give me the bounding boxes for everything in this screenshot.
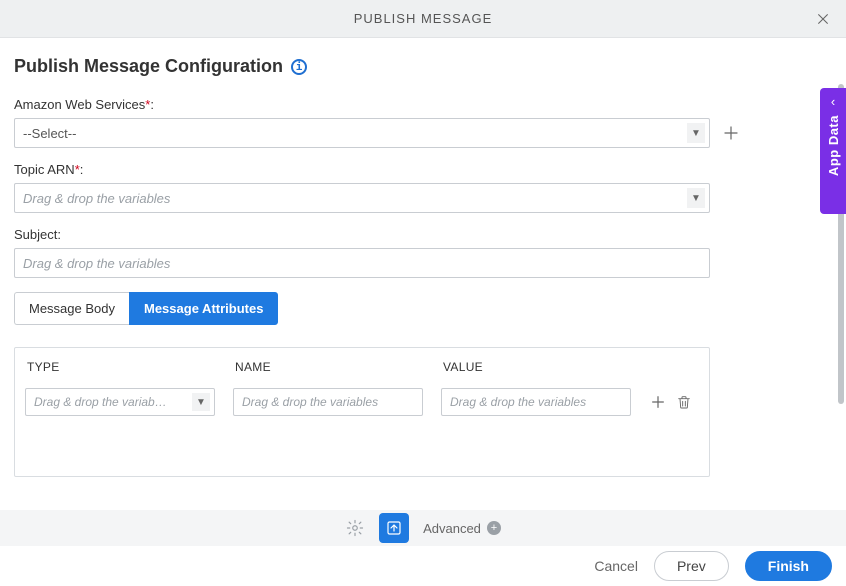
attributes-header-row: TYPE NAME VALUE [25, 360, 699, 374]
footer: Cancel Prev Finish [0, 546, 846, 586]
attributes-panel: TYPE NAME VALUE Drag & drop the variab… … [14, 347, 710, 477]
subject-input[interactable]: Drag & drop the variables [14, 248, 710, 278]
topic-arn-placeholder: Drag & drop the variables [23, 191, 170, 206]
aws-select-value: --Select-- [23, 126, 76, 141]
page-title: Publish Message Configuration i [14, 56, 832, 77]
bottom-toolbar: Advanced + [0, 510, 846, 546]
plus-circle-icon: + [487, 521, 501, 535]
page-title-text: Publish Message Configuration [14, 56, 283, 77]
attr-type-placeholder: Drag & drop the variab… [34, 395, 167, 409]
app-data-panel-toggle[interactable]: ‹ App Data [820, 88, 846, 214]
chevron-down-icon: ▼ [192, 393, 210, 411]
col-name-header: NAME [235, 360, 425, 374]
aws-label-text: Amazon Web Services [14, 97, 145, 112]
advanced-label: Advanced [423, 521, 481, 536]
attr-name-placeholder: Drag & drop the variables [242, 395, 378, 409]
aws-label: Amazon Web Services*: [14, 97, 832, 112]
attribute-row: Drag & drop the variab… ▼ Drag & drop th… [25, 388, 699, 416]
chevron-down-icon: ▼ [687, 188, 705, 208]
advanced-toggle[interactable]: Advanced + [423, 521, 501, 536]
message-tabs: Message Body Message Attributes [14, 292, 832, 325]
subject-placeholder: Drag & drop the variables [23, 256, 170, 271]
add-row-icon[interactable] [649, 393, 667, 411]
required-marker: * [75, 162, 80, 177]
close-icon[interactable] [808, 0, 838, 38]
aws-select[interactable]: --Select-- ▼ [14, 118, 710, 148]
app-data-label: App Data [826, 115, 841, 176]
field-aws: Amazon Web Services*: --Select-- ▼ [14, 97, 832, 148]
tab-message-body[interactable]: Message Body [14, 292, 129, 325]
body: Publish Message Configuration i Amazon W… [0, 38, 846, 510]
add-aws-button[interactable] [720, 122, 742, 144]
col-value-header: VALUE [443, 360, 633, 374]
required-marker: * [145, 97, 150, 112]
topic-arn-label: Topic ARN*: [14, 162, 832, 177]
attr-name-input[interactable]: Drag & drop the variables [233, 388, 423, 416]
attr-value-input[interactable]: Drag & drop the variables [441, 388, 631, 416]
topic-arn-label-text: Topic ARN [14, 162, 75, 177]
cancel-button[interactable]: Cancel [594, 558, 638, 574]
finish-button[interactable]: Finish [745, 551, 832, 581]
trash-icon[interactable] [675, 393, 693, 411]
prev-button[interactable]: Prev [654, 551, 729, 581]
attr-value-placeholder: Drag & drop the variables [450, 395, 586, 409]
chevron-left-icon: ‹ [831, 94, 835, 109]
attr-row-actions [649, 393, 719, 411]
field-subject: Subject: Drag & drop the variables [14, 227, 832, 278]
modal-title: PUBLISH MESSAGE [0, 11, 846, 26]
attr-type-select[interactable]: Drag & drop the variab… ▼ [25, 388, 215, 416]
col-type-header: TYPE [27, 360, 217, 374]
tab-message-attributes[interactable]: Message Attributes [129, 292, 278, 325]
field-topic-arn: Topic ARN*: Drag & drop the variables ▼ [14, 162, 832, 213]
info-icon[interactable]: i [291, 59, 307, 75]
modal-header: PUBLISH MESSAGE [0, 0, 846, 38]
chevron-down-icon: ▼ [687, 123, 705, 143]
subject-label: Subject: [14, 227, 832, 242]
upload-icon[interactable] [379, 513, 409, 543]
topic-arn-input[interactable]: Drag & drop the variables ▼ [14, 183, 710, 213]
gear-icon[interactable] [345, 518, 365, 538]
